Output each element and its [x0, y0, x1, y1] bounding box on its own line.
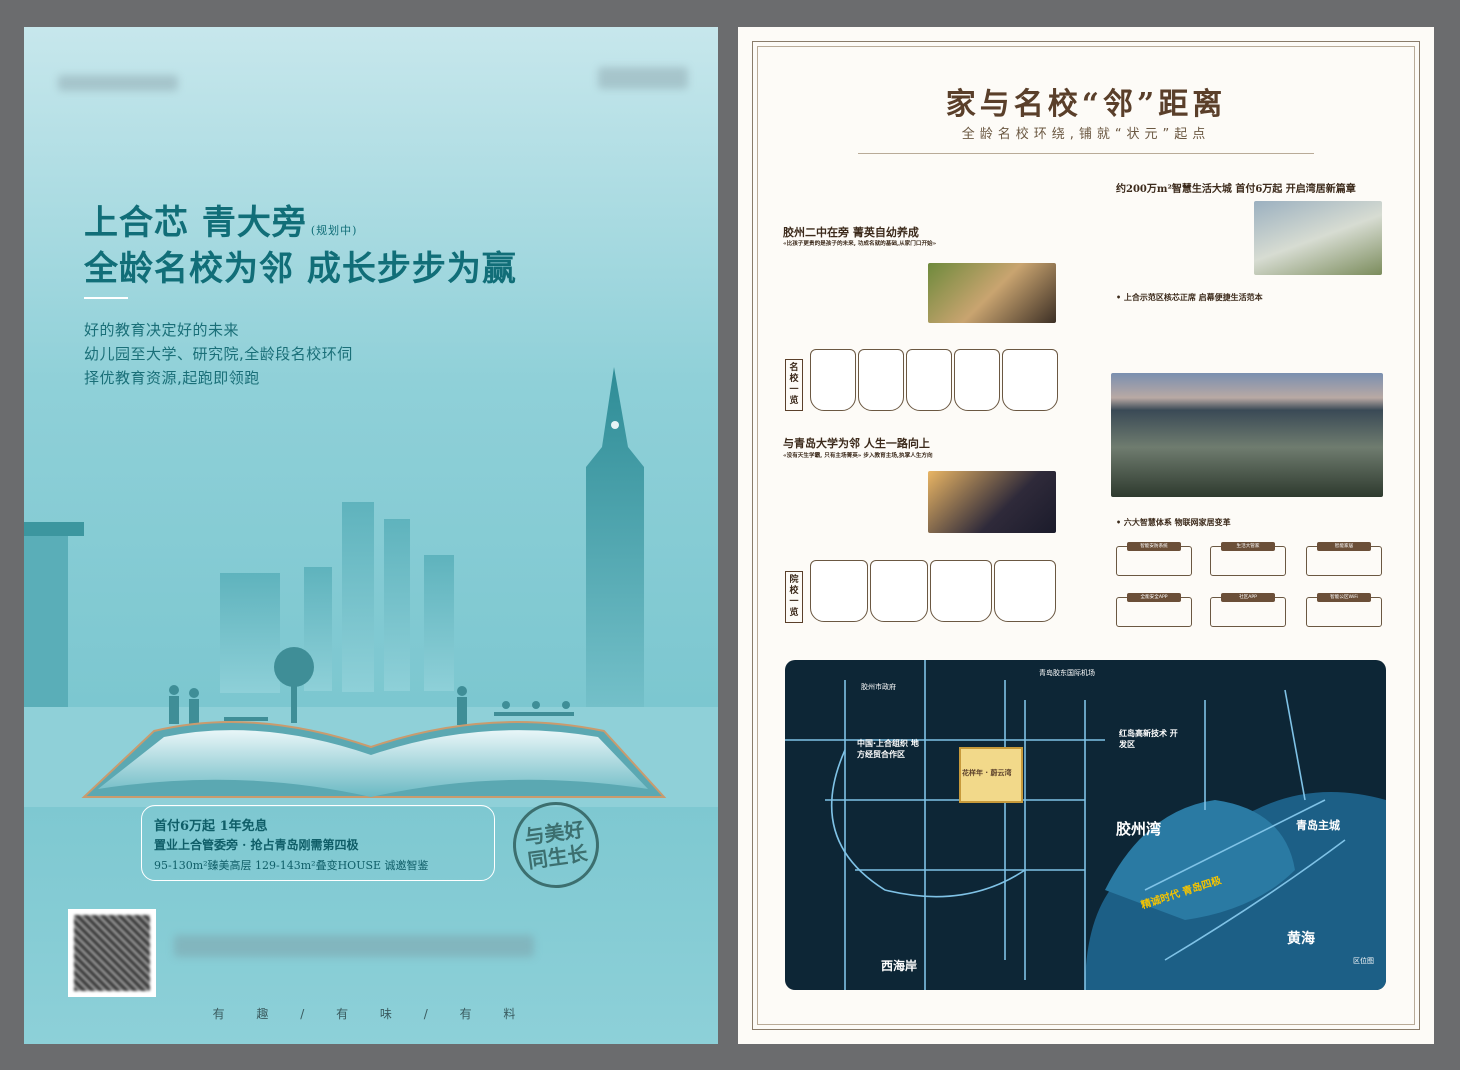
map-legend-label: 区位图	[1353, 957, 1374, 965]
footer-tagline: 有 趣 / 有 味 / 有 料	[212, 1007, 530, 1021]
tag-colleges: 院校一览	[785, 571, 803, 623]
college-book-1	[810, 560, 868, 622]
promo-line-2: 置业上合管委旁 · 抢占青岛刚需第四极	[154, 838, 359, 852]
col2-section-c-title: • 六大智慧体系 物联网家居变革	[1116, 517, 1231, 527]
headline-1: 上合芯 青大旁 (规划中)	[84, 203, 358, 243]
city-night-photo	[1111, 373, 1383, 497]
smart-system-1: 智能安防系统	[1116, 542, 1192, 576]
college-book-2	[870, 560, 928, 622]
col2-section-a-title: 约200万m²智慧生活大城 首付6万起 开启湾居新篇章	[1116, 184, 1356, 195]
divider	[84, 297, 128, 299]
left-poster: 上合芯 青大旁 (规划中) 全龄名校为邻 成长步步为赢 好的教育决定好的未来 幼儿…	[24, 27, 718, 1044]
blurred-contact	[174, 935, 534, 957]
intro-text-blurred	[783, 180, 1063, 216]
college-book-4	[994, 560, 1056, 622]
smart-system-6: 智能公区WiFi	[1306, 593, 1382, 627]
graduation-photo	[928, 471, 1056, 533]
map-yellow-sea-label: 黄海	[1287, 931, 1315, 947]
map-hongdao-label: 红岛高新技术 开发区	[1119, 729, 1178, 749]
school-book-1	[810, 349, 856, 411]
title-divider	[858, 153, 1314, 154]
headline-2: 全龄名校为邻 成长步步为赢	[84, 249, 517, 289]
smart-system-5: 社区APP	[1210, 593, 1286, 627]
smart-system-2: 生活大管家	[1210, 542, 1286, 576]
right-poster: 家与名校“邻”距离 全龄名校环绕,铺就“状元”起点 胶州二中在旁 菁英自幼养成 …	[738, 27, 1434, 1044]
section-a-note: «比孩子更贵的是孩子的未来, 功成名就的基础,从家门口开始»	[783, 241, 937, 247]
school-book-4	[954, 349, 1000, 411]
map-airport-label: 青岛胶东国际机场	[1039, 669, 1095, 677]
stamp-seal: 与美好 同生长	[507, 796, 605, 894]
section-b-note: «没有天生学霸, 只有主场菁英» 步入教育主场,执掌人生方向	[783, 453, 933, 459]
col2-section-b-title: • 上合示范区核芯正席 启幕便捷生活范本	[1116, 292, 1263, 302]
school-book-5	[1002, 349, 1058, 411]
classroom-photo	[928, 263, 1056, 323]
location-map[interactable]: 胶州市政府 青岛胶东国际机场 中国·上合组织 地方经贸合作区 红岛高新技术 开发…	[785, 660, 1386, 990]
college-book-3	[930, 560, 992, 622]
qr-code[interactable]	[68, 909, 156, 997]
map-gov-label: 胶州市政府	[861, 683, 896, 691]
section-a-title: 胶州二中在旁 菁英自幼养成	[783, 226, 919, 239]
promo-line-3: 95-130m²臻美高层 129-143m²叠变HOUSE 诚邀智鉴	[154, 859, 429, 872]
school-book-3	[906, 349, 952, 411]
city-skyline-illustration	[24, 367, 718, 807]
section-b-title: 与青岛大学为邻 人生一路向上	[783, 437, 930, 450]
page-title: 家与名校“邻”距离	[945, 87, 1227, 122]
map-west-coast-label: 西海岸	[881, 959, 918, 973]
map-jiaozhou-bay-label: 胶州湾	[1116, 820, 1162, 838]
headline-note: (规划中)	[310, 224, 358, 237]
smart-system-4: 全能安全APP	[1116, 593, 1192, 627]
map-qingdao-label: 青岛主城	[1296, 819, 1340, 832]
school-book-2	[858, 349, 904, 411]
tag-schools: 名校一览	[785, 359, 803, 411]
map-sco-zone-label: 中国·上合组织 地方经贸合作区	[857, 739, 919, 759]
blurred-brand	[598, 67, 688, 89]
page-subtitle: 全龄名校环绕,铺就“状元”起点	[961, 127, 1211, 142]
blurred-logo	[58, 75, 178, 91]
promo-box: 首付6万起 1年免息 置业上合管委旁 · 抢占青岛刚需第四极 95-130m²臻…	[141, 805, 495, 881]
promo-line-1: 首付6万起 1年免息	[154, 819, 268, 834]
map-project-label: 花样年 · 蔚云湾	[962, 769, 1012, 777]
smart-system-3: 智能家居	[1306, 542, 1382, 576]
aerial-rendering	[1254, 201, 1382, 275]
